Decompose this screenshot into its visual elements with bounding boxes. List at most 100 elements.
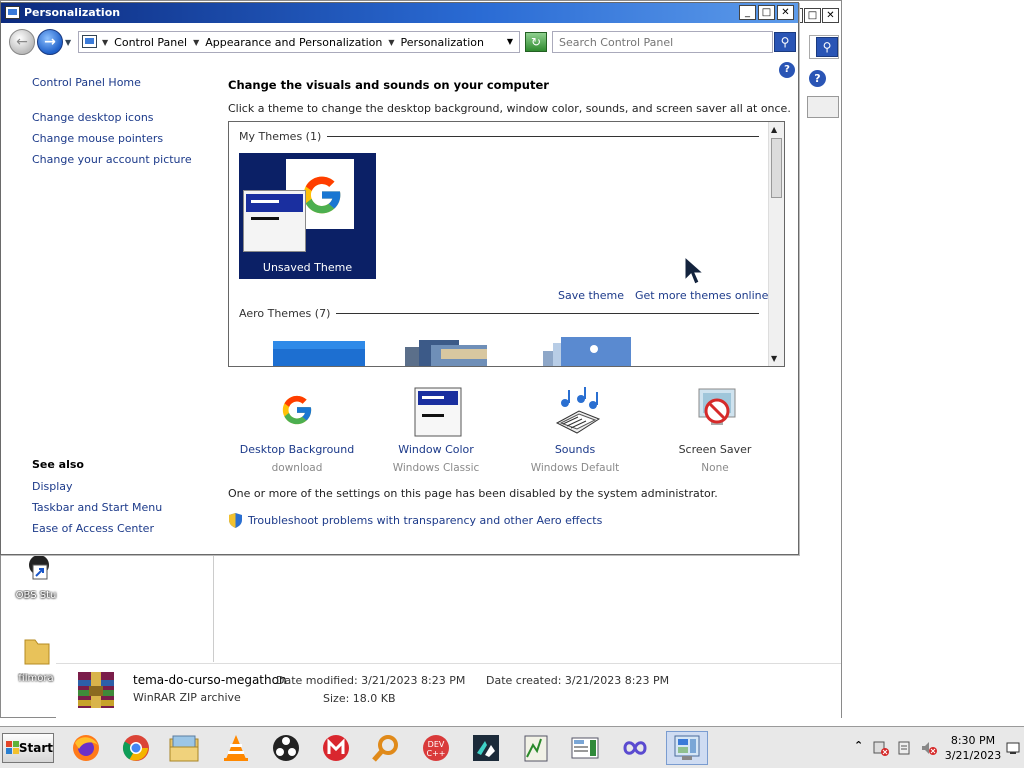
breadcrumb-appearance[interactable]: Appearance and Personalization [205,36,382,49]
admin-disabled-note: One or more of the settings on this page… [228,487,718,500]
aero-theme-characters[interactable] [539,337,631,366]
troubleshoot-aero-link[interactable]: Troubleshoot problems with transparency … [248,514,602,527]
screen-saver-label[interactable]: Screen Saver [655,443,775,456]
search-icon[interactable]: ⚲ [774,32,796,52]
aero-theme-architecture[interactable] [401,337,493,366]
aero-themes-label: Aero Themes (7) [239,307,331,320]
chevron-down-icon[interactable]: ▼ [388,38,394,47]
date-modified: Date modified: 3/21/2023 8:23 PM [276,674,466,687]
troubleshoot-aero-row[interactable]: Troubleshoot problems with transparency … [229,513,602,528]
window-color-label[interactable]: Window Color [376,443,496,456]
sounds-label[interactable]: Sounds [515,443,635,456]
chrome-icon[interactable] [119,731,153,765]
scroll-up-icon[interactable]: ▲ [771,125,777,134]
search-tool-icon[interactable] [369,731,403,765]
notepad-icon[interactable] [519,731,553,765]
svg-text:C++: C++ [427,749,446,758]
change-mouse-pointers-link[interactable]: Change mouse pointers [32,132,163,145]
aero-theme-windows[interactable] [273,337,365,366]
window-color-option[interactable]: Window Color Windows Classic [376,387,496,474]
vlc-icon[interactable] [219,731,253,765]
theme-list-scrollbar[interactable]: ▲ ▼ [768,122,784,366]
desktop-icon-filmora[interactable]: filmora [10,634,62,684]
bg-help-icon[interactable]: ? [809,70,826,87]
file-type: WinRAR ZIP archive [133,691,241,704]
see-also-heading: See also [32,458,84,471]
bg-close-button[interactable]: ✕ [822,8,839,23]
infinity-app-icon[interactable] [618,731,652,765]
obs-shortcut-icon [29,555,49,580]
personalization-window[interactable]: Personalization _ □ ✕ ← → ▼ ▼ Control Pa… [0,2,799,555]
control-panel-home-link[interactable]: Control Panel Home [32,76,141,89]
show-hidden-icons-button[interactable]: ⌃ [854,739,863,752]
volume-muted-icon[interactable] [921,740,937,756]
ease-of-access-link[interactable]: Ease of Access Center [32,522,154,535]
my-themes-label: My Themes (1) [239,130,322,143]
taskbar-start-menu-link[interactable]: Taskbar and Start Menu [32,501,162,514]
bg-search-box[interactable]: ⚲ [809,35,839,59]
show-desktop-icon[interactable] [1006,741,1020,755]
bg-search-icon[interactable]: ⚲ [816,37,838,57]
obs-icon[interactable] [269,731,303,765]
file-explorer-icon[interactable] [167,731,201,765]
unsaved-theme-tile[interactable]: Unsaved Theme [239,153,376,279]
control-panel-icon[interactable] [666,731,708,765]
scroll-down-icon[interactable]: ▼ [771,354,777,363]
sounds-option[interactable]: Sounds Windows Default [515,387,635,474]
characters-theme-thumbnail [543,337,631,366]
bg-scroll-element[interactable] [807,96,839,118]
image-viewer-icon[interactable] [568,731,602,765]
chevron-down-icon[interactable]: ▼ [193,38,199,47]
minimize-button[interactable]: _ [739,5,756,20]
address-bar[interactable]: ▼ Control Panel ▼ Appearance and Persona… [78,31,520,53]
details-pane: tema-do-curso-megathon WinRAR ZIP archiv… [56,663,841,718]
help-icon[interactable]: ? [779,62,795,78]
recent-pages-dropdown-icon[interactable]: ▼ [65,38,71,47]
page-title: Change the visuals and sounds on your co… [228,78,549,92]
change-account-picture-link[interactable]: Change your account picture [32,153,192,166]
breadcrumb-personalization[interactable]: Personalization [401,36,484,49]
window-color-value: Windows Classic [392,462,480,474]
close-button[interactable]: ✕ [777,5,794,20]
mega-icon[interactable] [319,731,353,765]
clock[interactable]: 8:30 PM 3/21/2023 [940,733,1006,763]
sounds-icon [555,387,601,434]
start-button[interactable]: Start [2,733,54,763]
display-link[interactable]: Display [32,480,73,493]
desktop-background-option[interactable]: Desktop Background download [237,387,357,474]
change-desktop-icons-link[interactable]: Change desktop icons [32,111,154,124]
address-dropdown-icon[interactable]: ▼ [507,37,513,46]
windows-theme-thumbnail [273,341,365,366]
forward-button[interactable]: → [37,29,63,55]
bg-maximize-button[interactable]: □ [804,8,821,23]
chevron-down-icon[interactable]: ▼ [102,38,108,47]
search-box[interactable] [552,31,773,53]
windows-flag-icon [6,741,19,755]
screen-saver-option[interactable]: Screen Saver None [655,387,775,474]
refresh-button[interactable]: ↻ [525,32,547,52]
back-button[interactable]: ← [9,29,35,55]
devcpp-icon[interactable]: DEV C++ [419,731,453,765]
google-logo-icon [303,176,341,214]
scroll-thumb[interactable] [771,138,782,198]
sounds-value: Windows Default [530,462,620,474]
window-color-preview [243,190,306,252]
unsaved-theme-label: Unsaved Theme [262,261,353,274]
desktop-icon-obs[interactable]: OBS Stu [10,555,62,601]
theme-list[interactable]: My Themes (1) Unsaved Theme Save theme G… [228,121,785,367]
architecture-theme-thumbnail [405,340,487,366]
get-more-themes-link[interactable]: Get more themes online [635,289,768,302]
action-center-icon[interactable] [897,740,913,756]
save-theme-link[interactable]: Save theme [558,289,624,302]
left-navigation-pane: Control Panel Home Change desktop icons … [1,60,211,554]
titlebar[interactable]: Personalization _ □ ✕ [1,3,798,23]
network-error-icon[interactable] [873,740,889,756]
search-input[interactable] [553,32,772,52]
firefox-icon[interactable] [69,731,103,765]
breadcrumb-control-panel[interactable]: Control Panel [114,36,187,49]
desktop-background-label[interactable]: Desktop Background [237,443,357,456]
uac-shield-icon [229,513,242,528]
filmora-icon[interactable] [469,731,503,765]
aero-themes-group-header: Aero Themes (7) [239,307,759,320]
maximize-button[interactable]: □ [758,5,775,20]
